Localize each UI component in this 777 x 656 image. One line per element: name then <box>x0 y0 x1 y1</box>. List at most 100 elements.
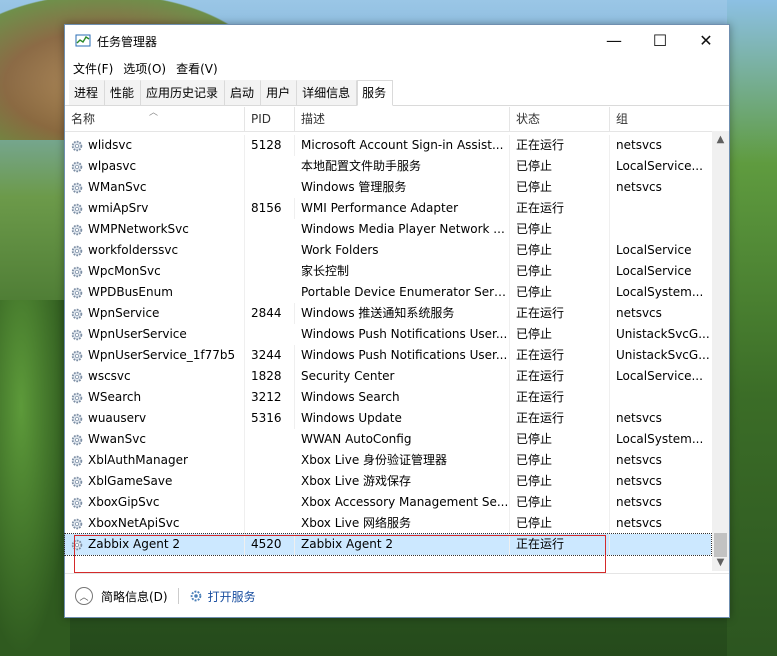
minimize-button[interactable]: — <box>591 25 637 55</box>
menu-options[interactable]: 选项(O) <box>121 60 174 77</box>
table-row[interactable]: WpnService 2844 Windows 推送通知系统服务 正在运行 netsvc… <box>65 303 711 324</box>
cell-status: 正在运行 <box>510 387 610 408</box>
table-row[interactable]: XboxNetApiSvc Xbox Live 网络服务 已停止 netsvcs <box>65 513 711 534</box>
table-row[interactable]: wuauserv 5316 Windows Update 正在运行 netsvcs <box>65 408 711 429</box>
cell-name: wlpasvc <box>65 156 245 177</box>
cell-name: wmiApSrv <box>65 198 245 219</box>
table-row[interactable]: WpnUserService_1f77b5 3244 Windows Push No… <box>65 345 711 366</box>
cell-group: netsvcs <box>616 495 662 509</box>
table-row[interactable]: wlidsvc 5128 Microsoft Account Sign-in Ass… <box>65 135 711 156</box>
cell-group: netsvcs <box>616 306 662 320</box>
cell-status: 已停止 <box>510 156 610 177</box>
tab-users[interactable]: 用户 <box>261 80 298 105</box>
service-name: XboxGipSvc <box>88 495 160 509</box>
table-row[interactable]: WpcMonSvc 家长控制 已停止 LocalService <box>65 261 711 282</box>
desktop-trees-left <box>0 300 70 656</box>
title-bar[interactable]: 任务管理器 — ☐ ✕ <box>65 25 729 57</box>
cell-group: LocalSystem... <box>616 432 704 446</box>
service-name: WSearch <box>88 390 142 404</box>
table-row[interactable]: wmiApSrv 8156 WMI Performance Adapter 正在运行 <box>65 198 711 219</box>
cell-name: WpcMonSvc <box>65 261 245 282</box>
table-row[interactable]: wscsvc 1828 Security Center 正在运行 LocalServic… <box>65 366 711 387</box>
cell-status: 已停止 <box>510 282 610 303</box>
column-header-status[interactable]: 状态 <box>510 107 610 131</box>
task-manager-window: 任务管理器 — ☐ ✕ 文件(F) 选项(O) 查看(V) 进程 性能 应用历史… <box>64 24 730 618</box>
cell-group: LocalService <box>616 243 692 257</box>
list-rows: wlidsvc 5128 Microsoft Account Sign-in Ass… <box>64 135 712 556</box>
footer-separator <box>177 588 179 604</box>
brief-info-label: 简略信息(D) <box>101 589 168 604</box>
scroll-down-icon[interactable]: ▼ <box>712 554 729 571</box>
cell-group: netsvcs <box>616 474 662 488</box>
service-name: WMPNetworkSvc <box>88 222 189 236</box>
table-row[interactable]: wlpasvc 本地配置文件助手服务 已停止 LocalService... <box>65 156 711 177</box>
menu-bar: 文件(F) 选项(O) 查看(V) <box>65 57 729 79</box>
table-row[interactable]: WpnUserService Windows Push Notifications… <box>65 324 711 345</box>
cell-description: Xbox Accessory Management Se... <box>295 492 510 513</box>
tab-startup[interactable]: 启动 <box>225 80 262 105</box>
cell-name: XboxGipSvc <box>65 492 245 513</box>
cell-description: Windows Media Player Network ... <box>295 219 510 240</box>
service-name: XblGameSave <box>88 474 173 488</box>
table-row[interactable]: XblAuthManager Xbox Live 身份验证管理器 已停止 netsvc… <box>65 450 711 471</box>
cell-group: netsvcs <box>616 138 662 152</box>
service-gear-icon <box>71 518 83 529</box>
cell-description: 本地配置文件助手服务 <box>295 156 510 177</box>
cell-status: 已停止 <box>510 429 610 450</box>
tab-processes[interactable]: 进程 <box>69 80 106 105</box>
cell-description: Windows Push Notifications User... <box>295 324 510 345</box>
cell-description: 家长控制 <box>295 261 510 282</box>
cell-name: WManSvc <box>65 177 245 198</box>
table-row[interactable]: WMPNetworkSvc Windows Media Player Networ… <box>65 219 711 240</box>
cell-name: wlidsvc <box>65 135 245 156</box>
vertical-scrollbar[interactable]: ▲ ▼ <box>712 131 729 571</box>
table-row[interactable]: WPDBusEnum Portable Device Enumerator Ser… <box>65 282 711 303</box>
table-row[interactable]: WSearch 3212 Windows Search 正在运行 <box>65 387 711 408</box>
cell-status: 正在运行 <box>510 345 610 366</box>
open-services-link[interactable]: 打开服务 <box>189 588 256 605</box>
cell-status: 正在运行 <box>510 135 610 156</box>
cell-group: UnistackSvcG... <box>616 348 710 362</box>
column-header-group[interactable]: 组 <box>610 107 710 131</box>
column-header-description[interactable]: 描述 <box>295 107 510 131</box>
service-name: wlpasvc <box>88 159 137 173</box>
column-header-pid[interactable]: PID <box>245 107 295 131</box>
cell-description: Windows 推送通知系统服务 <box>295 303 510 324</box>
menu-file[interactable]: 文件(F) <box>71 60 121 77</box>
table-row[interactable]: WManSvc Windows 管理服务 已停止 netsvcs <box>65 177 711 198</box>
cell-name: XblGameSave <box>65 471 245 492</box>
cell-name: WSearch <box>65 387 245 408</box>
table-row[interactable]: WwanSvc WWAN AutoConfig 已停止 LocalSystem... <box>65 429 711 450</box>
service-gear-icon <box>71 161 83 172</box>
cell-name: WpnUserService_1f77b5 <box>65 345 245 366</box>
tab-services[interactable]: 服务 <box>357 80 394 106</box>
cell-group: LocalSystem... <box>616 285 704 299</box>
service-gear-icon <box>71 476 83 487</box>
scroll-up-icon[interactable]: ▲ <box>712 131 729 148</box>
cell-status: 正在运行 <box>510 408 610 429</box>
tab-app-history[interactable]: 应用历史记录 <box>141 80 226 105</box>
service-name: workfolderssvc <box>88 243 179 257</box>
cell-pid: 5316 <box>245 408 295 429</box>
table-row[interactable]: XboxGipSvc Xbox Accessory Management Se..… <box>65 492 711 513</box>
tab-details[interactable]: 详细信息 <box>297 80 358 105</box>
cell-group: LocalService... <box>616 369 703 383</box>
tab-performance[interactable]: 性能 <box>105 80 142 105</box>
table-row[interactable]: XblGameSave Xbox Live 游戏保存 已停止 netsvcs <box>65 471 711 492</box>
menu-view[interactable]: 查看(V) <box>174 60 226 77</box>
table-row[interactable]: workfolderssvc Work Folders 已停止 LocalServic… <box>65 240 711 261</box>
window-title: 任务管理器 <box>97 34 158 49</box>
cell-description: Portable Device Enumerator Serv... <box>295 282 510 303</box>
brief-info-button[interactable]: ︿ 简略信息(D) <box>75 587 168 605</box>
close-button[interactable]: ✕ <box>683 25 729 55</box>
task-manager-icon <box>75 34 91 47</box>
service-gear-icon <box>71 329 83 340</box>
cell-status: 已停止 <box>510 219 610 240</box>
service-name: wmiApSrv <box>88 201 149 215</box>
service-gear-icon <box>71 371 83 382</box>
maximize-button[interactable]: ☐ <box>637 25 683 55</box>
service-gear-icon <box>71 287 83 298</box>
service-name: WpnService <box>88 306 160 320</box>
cell-group: netsvcs <box>616 411 662 425</box>
cell-pid: 2844 <box>245 303 295 324</box>
